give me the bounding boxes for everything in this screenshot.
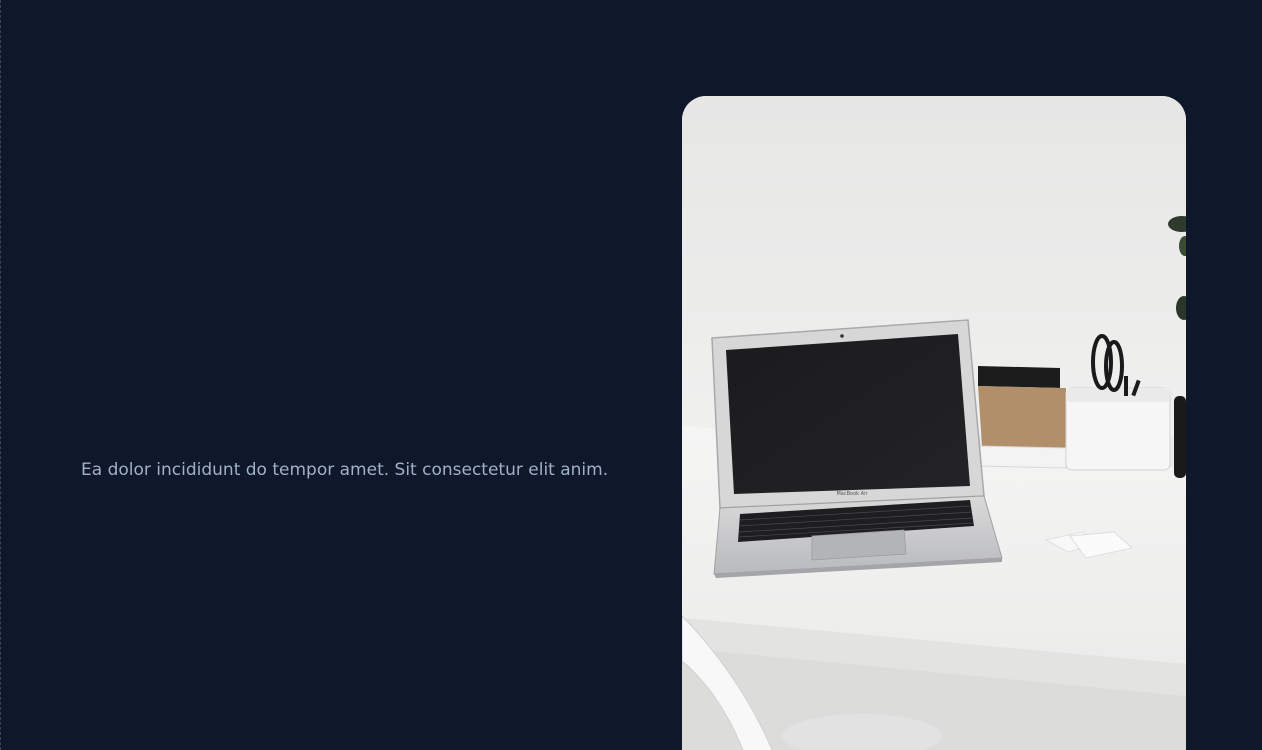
- laptop-badge: MacBook Air: [836, 491, 868, 497]
- workspace-photo: MacBook Air: [682, 96, 1186, 750]
- hero-image: MacBook Air: [682, 96, 1186, 750]
- hero-tagline: Ea dolor incididunt do tempor amet. Sit …: [81, 460, 609, 480]
- laptop: MacBook Air: [711, 319, 1003, 578]
- page: Ea dolor incididunt do tempor amet. Sit …: [0, 0, 1262, 750]
